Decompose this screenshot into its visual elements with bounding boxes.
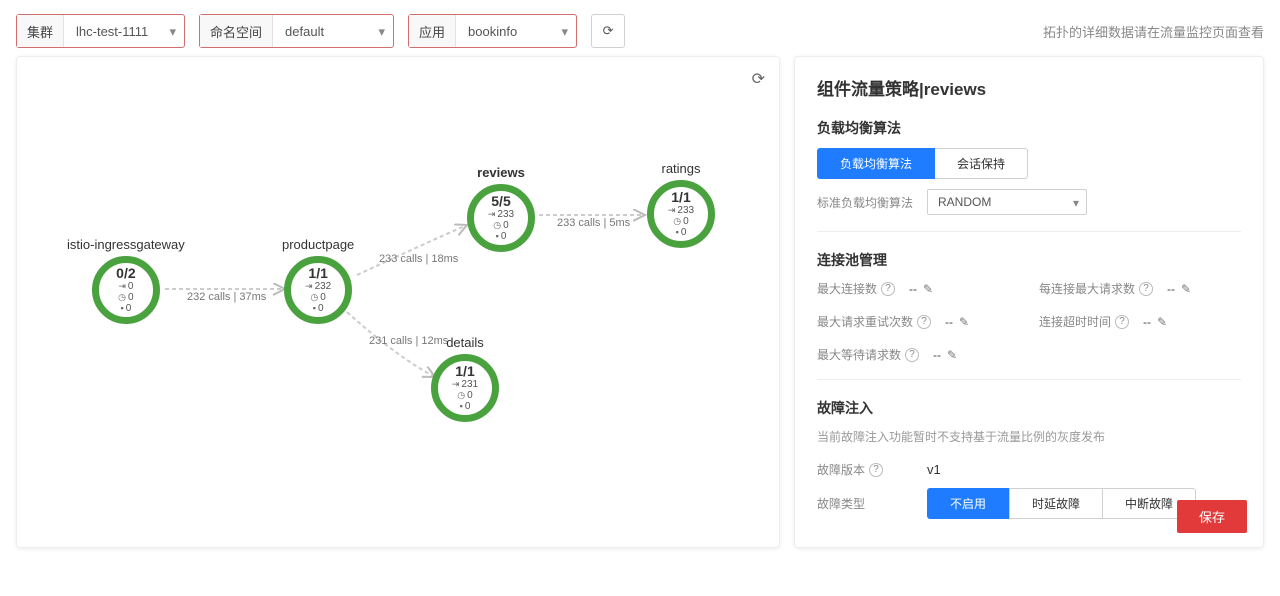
max-conn-label: 最大连接数? (817, 280, 895, 297)
namespace-value: default (273, 24, 393, 39)
service-ring: 1/1 ⇥232 ◷0 ▪0 (284, 256, 352, 324)
edit-icon[interactable]: ✎ (1157, 315, 1167, 329)
cluster-label: 集群 (17, 15, 64, 47)
in-icon: ⇥ (305, 282, 313, 292)
pod-icon: ▪ (313, 304, 316, 314)
per-conn-req-label: 每连接最大请求数? (1039, 280, 1153, 297)
edit-icon[interactable]: ✎ (923, 282, 933, 296)
namespace-select[interactable]: 命名空间 default ▾ (199, 14, 394, 48)
service-name: reviews (467, 165, 535, 180)
app-select[interactable]: 应用 bookinfo ▾ (408, 14, 577, 48)
panel-title: 组件流量策略|reviews (817, 75, 1241, 100)
std-lb-select[interactable]: RANDOM ▾ (927, 189, 1087, 215)
max-pending-label: 最大等待请求数? (817, 346, 919, 363)
topbar-hint: 拓扑的详细数据请在流量监控页面查看 (1043, 22, 1264, 41)
in-icon: ⇥ (118, 282, 126, 292)
pod-icon: ▪ (496, 232, 499, 242)
cluster-value: lhc-test-1111 (64, 24, 184, 39)
pod-icon: ▪ (676, 228, 679, 238)
chevron-down-icon: ▾ (169, 24, 176, 40)
service-node-ratings[interactable]: ratings 1/1 ⇥233 ◷0 ▪0 (647, 161, 715, 248)
fault-type-delay[interactable]: 时延故障 (1009, 488, 1103, 519)
clock-icon: ◷ (310, 293, 318, 303)
std-lb-value: RANDOM (938, 195, 991, 209)
service-ring: 1/1 ⇥231 ◷0 ▪0 (431, 354, 499, 422)
tab-session-affinity[interactable]: 会话保持 (935, 148, 1028, 179)
service-name: istio-ingressgateway (67, 237, 185, 252)
max-retry-value: -- (945, 315, 953, 329)
replica-ratio: 1/1 (308, 266, 327, 281)
fault-type-none[interactable]: 不启用 (927, 488, 1009, 519)
fault-version-label: 故障版本? (817, 461, 927, 478)
help-icon[interactable]: ? (905, 348, 919, 362)
topology-panel: ⟳ 232 calls | 37ms 233 calls | 18ms 233 … (16, 56, 780, 548)
help-icon[interactable]: ? (1139, 282, 1153, 296)
edit-icon[interactable]: ✎ (1181, 282, 1191, 296)
service-name: productpage (282, 237, 354, 252)
max-pending-value: -- (933, 348, 941, 362)
service-name: ratings (647, 161, 715, 176)
service-node-productpage[interactable]: productpage 1/1 ⇥232 ◷0 ▪0 (282, 237, 354, 324)
replica-ratio: 1/1 (455, 364, 474, 379)
edit-icon[interactable]: ✎ (959, 315, 969, 329)
help-icon[interactable]: ? (1115, 315, 1129, 329)
clock-icon: ◷ (457, 391, 465, 401)
replica-ratio: 1/1 (671, 190, 690, 205)
clock-icon: ◷ (493, 221, 501, 231)
app-value: bookinfo (456, 24, 576, 39)
conn-timeout-label: 连接超时时间? (1039, 313, 1129, 330)
per-conn-req-value: -- (1167, 282, 1175, 296)
in-icon: ⇥ (488, 210, 496, 220)
help-icon[interactable]: ? (917, 315, 931, 329)
traffic-policy-panel: 组件流量策略|reviews 负载均衡算法 负载均衡算法 会话保持 标准负载均衡… (794, 56, 1264, 548)
service-ring: 1/1 ⇥233 ◷0 ▪0 (647, 180, 715, 248)
replica-ratio: 5/5 (491, 194, 510, 209)
app-label: 应用 (409, 15, 456, 47)
fault-type-label: 故障类型 (817, 495, 927, 512)
fault-note: 当前故障注入功能暂时不支持基于流量比例的灰度发布 (817, 428, 1241, 445)
service-name: details (431, 335, 499, 350)
edge-label: 232 calls | 37ms (187, 291, 266, 303)
std-lb-label: 标准负载均衡算法 (817, 194, 927, 211)
in-icon: ⇥ (452, 380, 460, 390)
fault-version-value: v1 (927, 462, 941, 477)
namespace-label: 命名空间 (200, 15, 273, 47)
service-ring: 0/2 ⇥0 ◷0 ▪0 (92, 256, 160, 324)
refresh-icon: ⟳ (603, 23, 614, 39)
edge-label: 233 calls | 18ms (379, 253, 458, 265)
clock-icon: ◷ (673, 217, 681, 227)
pod-icon: ▪ (460, 402, 463, 412)
service-topology: 232 calls | 37ms 233 calls | 18ms 233 ca… (17, 57, 779, 527)
in-icon: ⇥ (668, 206, 676, 216)
service-ring: 5/5 ⇥233 ◷0 ▪0 (467, 184, 535, 252)
edit-icon[interactable]: ✎ (947, 348, 957, 362)
lb-mode-tabs: 负载均衡算法 会话保持 (817, 148, 1241, 179)
max-conn-value: -- (909, 282, 917, 296)
chevron-down-icon: ▾ (562, 24, 569, 40)
service-node-details[interactable]: details 1/1 ⇥231 ◷0 ▪0 (431, 335, 499, 422)
help-icon[interactable]: ? (869, 463, 883, 477)
divider (817, 231, 1241, 232)
pool-heading: 连接池管理 (817, 250, 1241, 270)
replica-ratio: 0/2 (116, 266, 135, 281)
fault-heading: 故障注入 (817, 398, 1241, 418)
chevron-down-icon: ▾ (379, 24, 386, 40)
divider (817, 379, 1241, 380)
save-button[interactable]: 保存 (1177, 500, 1247, 533)
tab-lb-algorithm[interactable]: 负载均衡算法 (817, 148, 935, 179)
fault-type-tabs: 不启用 时延故障 中断故障 (927, 488, 1196, 519)
cluster-select[interactable]: 集群 lhc-test-1111 ▾ (16, 14, 185, 48)
clock-icon: ◷ (118, 293, 126, 303)
chevron-down-icon: ▾ (1073, 196, 1079, 210)
max-retry-label: 最大请求重试次数? (817, 313, 931, 330)
refresh-button[interactable]: ⟳ (591, 14, 625, 48)
help-icon[interactable]: ? (881, 282, 895, 296)
edge-label: 233 calls | 5ms (557, 217, 630, 229)
pod-icon: ▪ (121, 304, 124, 314)
service-node-ingress[interactable]: istio-ingressgateway 0/2 ⇥0 ◷0 ▪0 (67, 237, 185, 324)
conn-timeout-value: -- (1143, 315, 1151, 329)
lb-heading: 负载均衡算法 (817, 118, 1241, 138)
service-node-reviews[interactable]: reviews 5/5 ⇥233 ◷0 ▪0 (467, 165, 535, 252)
